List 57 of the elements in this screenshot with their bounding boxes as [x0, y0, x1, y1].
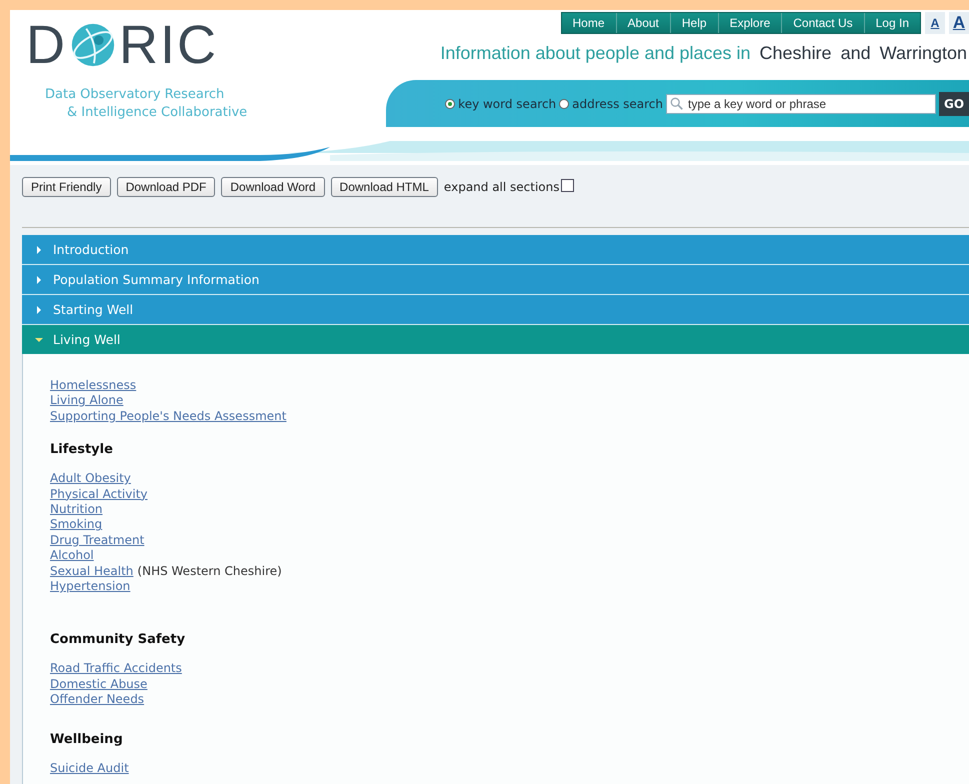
caret-icon [35, 246, 43, 254]
radio-button[interactable] [445, 98, 456, 108]
nav-link[interactable]: Contact Us [781, 13, 864, 33]
logo-text: RIC [119, 18, 218, 72]
topic-link[interactable]: Homelessness [50, 378, 136, 392]
section-header[interactable]: Population Summary Information [22, 265, 969, 295]
tagline-place: Cheshire [760, 43, 832, 64]
search-field[interactable]: type a key word or phrase [666, 94, 936, 114]
topic-link[interactable]: Physical Activity [50, 486, 148, 501]
caret-icon [35, 336, 43, 344]
group-heading: Community Safety [50, 632, 186, 648]
font-size-button[interactable]: A [925, 12, 945, 34]
topic-link[interactable]: Alcohol [50, 548, 94, 562]
caret-icon [35, 306, 43, 314]
group-heading: Wellbeing [50, 732, 124, 747]
radio-label[interactable]: address search [572, 96, 663, 110]
globe-icon [69, 21, 117, 69]
logo-text: D [26, 18, 67, 72]
topic-link[interactable]: Living Alone [50, 393, 124, 408]
topic-link[interactable]: Sexual Health [50, 564, 134, 578]
caret-icon [35, 276, 43, 284]
topic-link[interactable]: Offender Needs [50, 692, 144, 706]
section-header[interactable]: Starting Well [22, 295, 969, 325]
topic-link[interactable]: Road Traffic Accidents [50, 661, 182, 676]
search-icon [670, 96, 684, 110]
nav-link[interactable]: Log In [864, 13, 920, 33]
nav-link[interactable]: Explore [718, 13, 782, 33]
topic-link[interactable]: Suicide Audit [50, 760, 129, 775]
go-button[interactable]: GO [939, 92, 969, 116]
topic-link[interactable]: Nutrition [50, 502, 103, 516]
topic-link[interactable]: Hypertension [50, 579, 130, 594]
section-header[interactable]: Living Well [22, 325, 969, 354]
section-header[interactable]: Introduction [22, 235, 969, 265]
radio-label[interactable]: key word search [458, 96, 556, 110]
link-note: (NHS Western Cheshire) [137, 564, 282, 578]
expand-checkbox[interactable] [560, 178, 574, 192]
radio-button[interactable] [559, 98, 570, 108]
tagline-text: Information about people and places in [440, 43, 751, 64]
expand-label: expand all sections [444, 180, 560, 194]
tagline-place: Warrington [880, 43, 967, 64]
logo-subtitle: & Intelligence Collaborative [66, 104, 248, 122]
topic-link[interactable]: Adult Obesity [50, 471, 131, 486]
topic-link[interactable]: Domestic Abuse [50, 676, 148, 691]
toolbar-button[interactable]: Print Friendly [22, 177, 111, 197]
nav-link[interactable]: Help [670, 13, 718, 33]
font-size-button[interactable]: A [949, 12, 969, 34]
topic-link[interactable]: Supporting People's Needs Assessment [50, 408, 286, 423]
nav-link[interactable]: Home [562, 13, 616, 33]
nav-link[interactable]: About [616, 13, 670, 33]
toolbar-button[interactable]: Download PDF [116, 177, 216, 197]
toolbar-button[interactable]: Download Word [221, 177, 325, 197]
toolbar-button[interactable]: Download HTML [330, 177, 438, 197]
group-heading: Lifestyle [50, 442, 114, 458]
tagline-place: and [840, 43, 871, 64]
topic-link[interactable]: Smoking [50, 517, 102, 532]
topic-link[interactable]: Drug Treatment [50, 532, 144, 547]
logo-subtitle: Data Observatory Research [44, 86, 226, 104]
